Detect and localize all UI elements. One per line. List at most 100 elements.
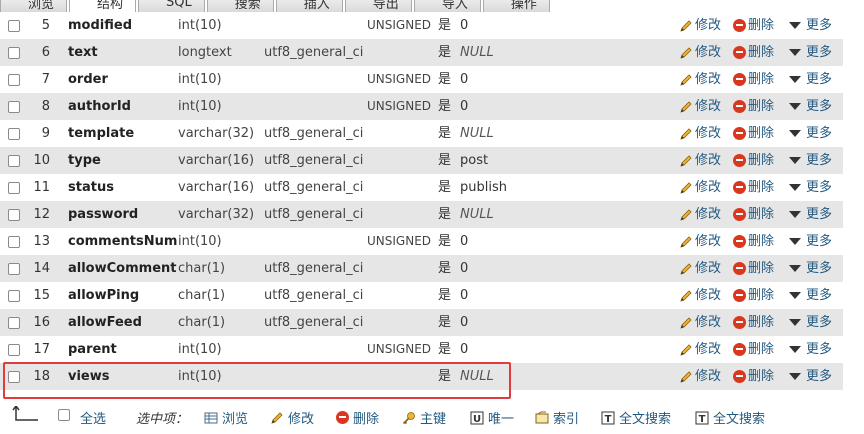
row-checkbox[interactable] xyxy=(8,74,20,86)
edit-button[interactable]: 修改 xyxy=(679,228,721,255)
edit-button[interactable]: 修改 xyxy=(679,363,721,390)
key-icon xyxy=(402,411,415,424)
delete-button[interactable]: 删除 xyxy=(733,147,774,174)
column-default: 0 xyxy=(460,72,469,87)
column-attributes: UNSIGNED xyxy=(367,342,432,356)
bulk-unique-button[interactable]: U 唯一 xyxy=(470,408,514,427)
with-selected-label: 选中项： xyxy=(136,412,189,427)
structure-table: 5 modified int(10) UNSIGNED 是 0 修改 删除 更多 6 text lo… xyxy=(0,12,843,390)
column-default: post xyxy=(460,153,489,168)
edit-button[interactable]: 修改 xyxy=(679,282,721,309)
more-dropdown[interactable]: 更多 xyxy=(789,120,832,147)
row-checkbox[interactable] xyxy=(8,155,20,167)
pencil-icon xyxy=(680,208,692,221)
more-dropdown[interactable]: 更多 xyxy=(789,93,832,120)
row-checkbox[interactable] xyxy=(8,209,20,221)
row-checkbox[interactable] xyxy=(8,371,20,383)
tab-label: 操作 xyxy=(510,0,537,12)
bulk-primary-button[interactable]: 主键 xyxy=(402,408,446,427)
delete-button[interactable]: 删除 xyxy=(733,255,774,282)
row-checkbox[interactable] xyxy=(8,128,20,140)
delete-button[interactable]: 删除 xyxy=(733,120,774,147)
bulk-edit-button[interactable]: 修改 xyxy=(270,408,314,427)
edit-button[interactable]: 修改 xyxy=(679,336,721,363)
column-type: longtext xyxy=(178,45,232,60)
delete-button[interactable]: 删除 xyxy=(733,282,774,309)
more-dropdown[interactable]: 更多 xyxy=(789,282,832,309)
column-default: 0 xyxy=(460,288,469,303)
select-all-link[interactable]: 全选 xyxy=(80,408,106,427)
edit-button[interactable]: 修改 xyxy=(679,255,721,282)
pencil-icon xyxy=(680,19,692,32)
column-name: modified xyxy=(68,18,132,33)
edit-button[interactable]: 修改 xyxy=(679,309,721,336)
row-checkbox[interactable] xyxy=(8,101,20,113)
tab-icon xyxy=(492,0,506,9)
bulk-fulltext-button[interactable]: T 全文搜索 xyxy=(601,408,671,427)
bulk-index-button[interactable]: 索引 xyxy=(535,408,579,427)
row-checkbox[interactable] xyxy=(8,20,20,32)
pencil-icon xyxy=(680,370,692,383)
column-collation: utf8_general_ci xyxy=(264,153,364,168)
delete-button[interactable]: 删除 xyxy=(733,228,774,255)
more-dropdown[interactable]: 更多 xyxy=(789,147,832,174)
pencil-icon xyxy=(680,343,692,356)
delete-button[interactable]: 删除 xyxy=(733,66,774,93)
tab-label: 导入 xyxy=(441,0,468,12)
delete-icon xyxy=(733,289,746,302)
column-name: commentsNum xyxy=(68,234,178,249)
more-dropdown[interactable]: 更多 xyxy=(789,39,832,66)
row-checkbox[interactable] xyxy=(8,344,20,356)
bulk-fulltext-button-2[interactable]: T 全文搜索 xyxy=(695,408,765,427)
bulk-browse-button[interactable]: 浏览 xyxy=(204,408,248,427)
edit-button[interactable]: 修改 xyxy=(679,93,721,120)
more-dropdown[interactable]: 更多 xyxy=(789,336,832,363)
delete-button[interactable]: 删除 xyxy=(733,39,774,66)
delete-button[interactable]: 删除 xyxy=(733,201,774,228)
column-default: 0 xyxy=(460,18,469,33)
edit-button[interactable]: 修改 xyxy=(679,39,721,66)
delete-button[interactable]: 删除 xyxy=(733,309,774,336)
more-dropdown[interactable]: 更多 xyxy=(789,363,832,390)
edit-button[interactable]: 修改 xyxy=(679,147,721,174)
edit-button[interactable]: 修改 xyxy=(679,120,721,147)
edit-button[interactable]: 修改 xyxy=(679,174,721,201)
row-checkbox[interactable] xyxy=(8,47,20,59)
tab-icon xyxy=(78,0,92,9)
row-checkbox[interactable] xyxy=(8,317,20,329)
column-null: 是 xyxy=(438,207,452,222)
delete-icon xyxy=(733,127,746,140)
bulk-delete-button[interactable]: 删除 xyxy=(336,408,379,427)
edit-button[interactable]: 修改 xyxy=(679,201,721,228)
row-checkbox[interactable] xyxy=(8,182,20,194)
pencil-icon xyxy=(680,73,692,86)
row-number: 8 xyxy=(41,99,50,114)
select-all-checkbox[interactable] xyxy=(58,409,70,421)
edit-button[interactable]: 修改 xyxy=(679,66,721,93)
more-dropdown[interactable]: 更多 xyxy=(789,309,832,336)
delete-button[interactable]: 删除 xyxy=(733,93,774,120)
delete-button[interactable]: 删除 xyxy=(733,12,774,39)
column-default: NULL xyxy=(460,369,494,384)
delete-button[interactable]: 删除 xyxy=(733,336,774,363)
column-collation: utf8_general_ci xyxy=(264,45,364,60)
row-checkbox[interactable] xyxy=(8,263,20,275)
more-dropdown[interactable]: 更多 xyxy=(789,228,832,255)
more-dropdown[interactable]: 更多 xyxy=(789,174,832,201)
column-type: varchar(32) xyxy=(178,207,255,222)
column-null: 是 xyxy=(438,369,452,384)
more-dropdown[interactable]: 更多 xyxy=(789,255,832,282)
delete-button[interactable]: 删除 xyxy=(733,174,774,201)
column-type: char(1) xyxy=(178,288,226,303)
row-checkbox[interactable] xyxy=(8,290,20,302)
column-type: int(10) xyxy=(178,72,222,87)
more-dropdown[interactable]: 更多 xyxy=(789,66,832,93)
column-null: 是 xyxy=(438,45,452,60)
more-dropdown[interactable]: 更多 xyxy=(789,12,832,39)
edit-button[interactable]: 修改 xyxy=(679,12,721,39)
row-number: 12 xyxy=(33,207,50,222)
more-dropdown[interactable]: 更多 xyxy=(789,201,832,228)
column-default: NULL xyxy=(460,207,494,222)
delete-button[interactable]: 删除 xyxy=(733,363,774,390)
row-checkbox[interactable] xyxy=(8,236,20,248)
